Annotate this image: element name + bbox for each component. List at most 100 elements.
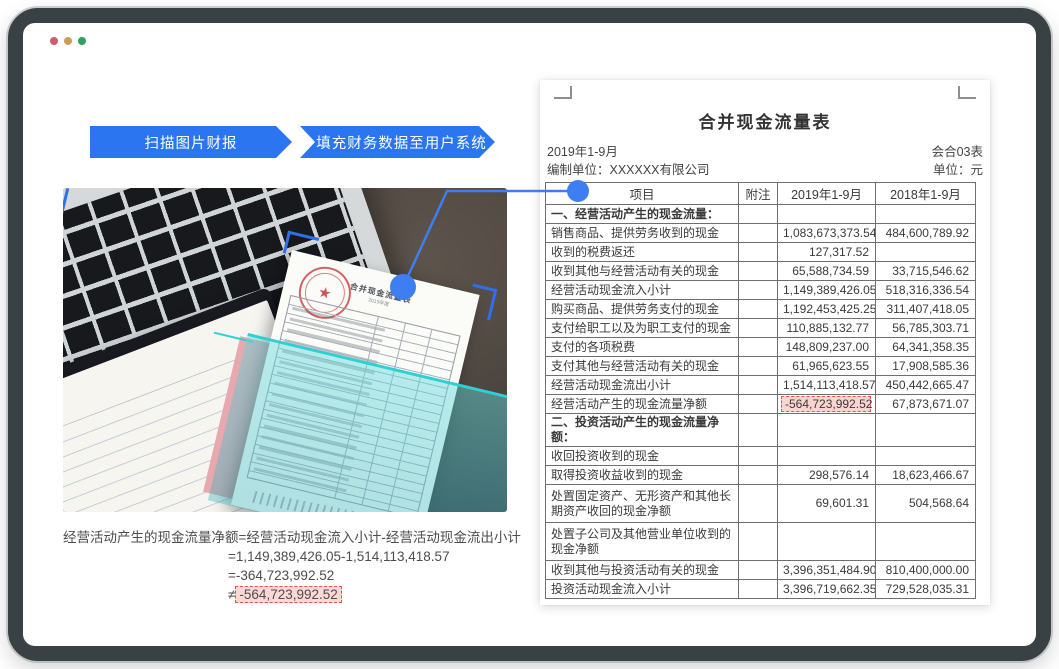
cell-2018 [876,523,976,561]
corner-mark-left-icon [554,86,572,99]
cell-2019: 1,083,673,373.54 [778,224,876,243]
table-row: 处置固定资产、无形资产和其他长期资产收回的现金净额 69,601.31504,56… [546,485,976,523]
col-item: 项目 [546,183,739,205]
cell-item: 处置子公司及其他营业单位收到的现金净额 [546,523,739,561]
cell-2019: 1,149,389,426.05 [778,281,876,300]
cell-2019: 1,514,113,418.57 [778,376,876,395]
cell-note [739,523,778,561]
table-row: 支付给职工以及为职工支付的现金110,885,132.7756,785,303.… [546,319,976,338]
cell-item: 经营活动产生的现金流量净额 [546,395,739,414]
window-content: 扫描图片财报 填充财务数据至用户系统 合并现金流量表 [23,23,1036,646]
statement-table: 项目 附注 2019年1-9月 2018年1-9月 一、经营活动产生的现金流量：… [545,182,976,599]
cell-2019: 298,576.14 [778,466,876,485]
flow-step-fill: 填充财务数据至用户系统 [300,126,495,158]
cell-2019: 148,809,237.00 [778,338,876,357]
cell-item: 购买商品、提供劳务支付的现金 [546,300,739,319]
cell-2019: 1,192,453,425.25 [778,300,876,319]
flow-step-fill-label: 填充财务数据至用户系统 [316,132,487,153]
cell-item: 经营活动现金流出小计 [546,376,739,395]
cell-2018 [876,414,976,447]
statement-page: 合并现金流量表 2019年1-9月 会合03表 编制单位：XXXXXX有限公司 … [540,80,990,605]
corner-mark-right-icon [958,86,976,99]
cell-2018: 18,623,466.67 [876,466,976,485]
cell-item: 支付给职工以及为职工支付的现金 [546,319,739,338]
minimize-button[interactable] [64,37,72,45]
cell-2018: 17,908,585.36 [876,357,976,376]
cell-note [739,466,778,485]
verification-formula: 经营活动产生的现金流量净额=经营活动现金流入小计-经营活动现金流出小计 =1,1… [63,528,523,604]
flow-step-scan-label: 扫描图片财报 [145,132,238,153]
table-row: 经营活动现金流入小计 1,149,389,426.05518,316,336.54 [546,281,976,300]
cell-note [739,414,778,447]
cell-2018 [876,447,976,466]
cell-note [739,262,778,281]
cell-note [739,243,778,262]
mismatch-value-highlight: -564,723,992.52 [235,586,341,603]
col-note: 附注 [739,183,778,205]
cell-item: 二、投资活动产生的现金流量净额： [546,414,739,447]
cell-2019 [778,414,876,447]
cell-item: 收到的税费返还 [546,243,739,262]
page-title: 合并现金流量表 [540,108,990,133]
table-row: 收到其他与经营活动有关的现金65,588,734.5933,715,546.62 [546,262,976,281]
cell-2018: 67,873,671.07 [876,395,976,414]
cell-item: 经营活动现金流入小计 [546,281,739,300]
cell-2019 [778,447,876,466]
statement-sheet-no: 会合03表 [932,141,983,160]
statement-prepared-by: 编制单位：XXXXXX有限公司 [547,159,710,178]
cell-2019: 127,317.52 [778,243,876,262]
cell-note [739,580,778,599]
table-row: 经营活动产生的现金流量净额 -564,723,992.52 67,873,671.0… [546,395,976,414]
table-row: 经营活动现金流出小计 1,514,113,418.57450,442,665.47 [546,376,976,395]
close-button[interactable] [50,37,58,45]
table-row: 收到的税费返还 127,317.52 [546,243,976,262]
table-row: 收到其他与投资活动有关的现金 3,396,351,484.90810,400,00… [546,561,976,580]
formula-line-1: 经营活动产生的现金流量净额=经营活动现金流入小计-经营活动现金流出小计 [63,528,523,547]
col-2018: 2018年1-9月 [876,183,976,205]
cell-note [739,224,778,243]
cell-2018: 518,316,336.54 [876,281,976,300]
cell-item: 一、经营活动产生的现金流量： [546,205,739,224]
table-row: 支付其他与经营活动有关的现金61,965,623.5517,908,585.36 [546,357,976,376]
cell-2018: 504,568.64 [876,485,976,523]
cell-2019: 110,885,132.77 [778,319,876,338]
scanned-photo: 合并现金流量表 2019年度 ★ [63,188,507,512]
formula-line-3: =-364,723,992.52 [63,566,523,585]
mismatch-cell-highlight: -564,723,992.52 [781,396,871,412]
table-row: 收回投资收到的现金 [546,447,976,466]
table-row: 支付的各项税费148,809,237.0064,341,358.35 [546,338,976,357]
zoom-button[interactable] [78,37,86,45]
cell-note [739,357,778,376]
crop-corner-top-right-icon [466,284,498,321]
table-row: 销售商品、提供劳务收到的现金1,083,673,373.54484,600,78… [546,224,976,243]
app-window: 扫描图片财报 填充财务数据至用户系统 合并现金流量表 [8,8,1051,661]
table-row: 处置子公司及其他营业单位收到的现金净额 [546,523,976,561]
statement-table-body: 一、经营活动产生的现金流量：销售商品、提供劳务收到的现金1,083,673,37… [546,205,976,599]
statement-period: 2019年1-9月 [547,141,618,160]
cell-item: 支付其他与经营活动有关的现金 [546,357,739,376]
flow-step-scan: 扫描图片财报 [90,126,292,158]
cell-item: 收到其他与投资活动有关的现金 [546,561,739,580]
cell-item: 投资活动现金流入小计 [546,580,739,599]
cell-2019: 69,601.31 [778,485,876,523]
cell-2019: 3,396,351,484.90 [778,561,876,580]
cell-2018: 484,600,789.92 [876,224,976,243]
cell-item: 收回投资收到的现金 [546,447,739,466]
cell-note [739,376,778,395]
formula-line-2: =1,149,389,426.05-1,514,113,418.57 [63,547,523,566]
cell-note [739,300,778,319]
cell-2018: 810,400,000.00 [876,561,976,580]
window-controls [50,37,86,45]
cell-note [739,447,778,466]
cell-2018: 729,528,035.31 [876,580,976,599]
table-row: 一、经营活动产生的现金流量： [546,205,976,224]
cell-2019: 65,588,734.59 [778,262,876,281]
cell-item: 处置固定资产、无形资产和其他长期资产收回的现金净额 [546,485,739,523]
cell-note [739,205,778,224]
table-header-row: 项目 附注 2019年1-9月 2018年1-9月 [546,183,976,205]
cell-item: 收到其他与经营活动有关的现金 [546,262,739,281]
cell-item: 取得投资收益收到的现金 [546,466,739,485]
cell-2018: 450,442,665.47 [876,376,976,395]
cell-note [739,395,778,414]
table-row: 购买商品、提供劳务支付的现金1,192,453,425.25311,407,41… [546,300,976,319]
